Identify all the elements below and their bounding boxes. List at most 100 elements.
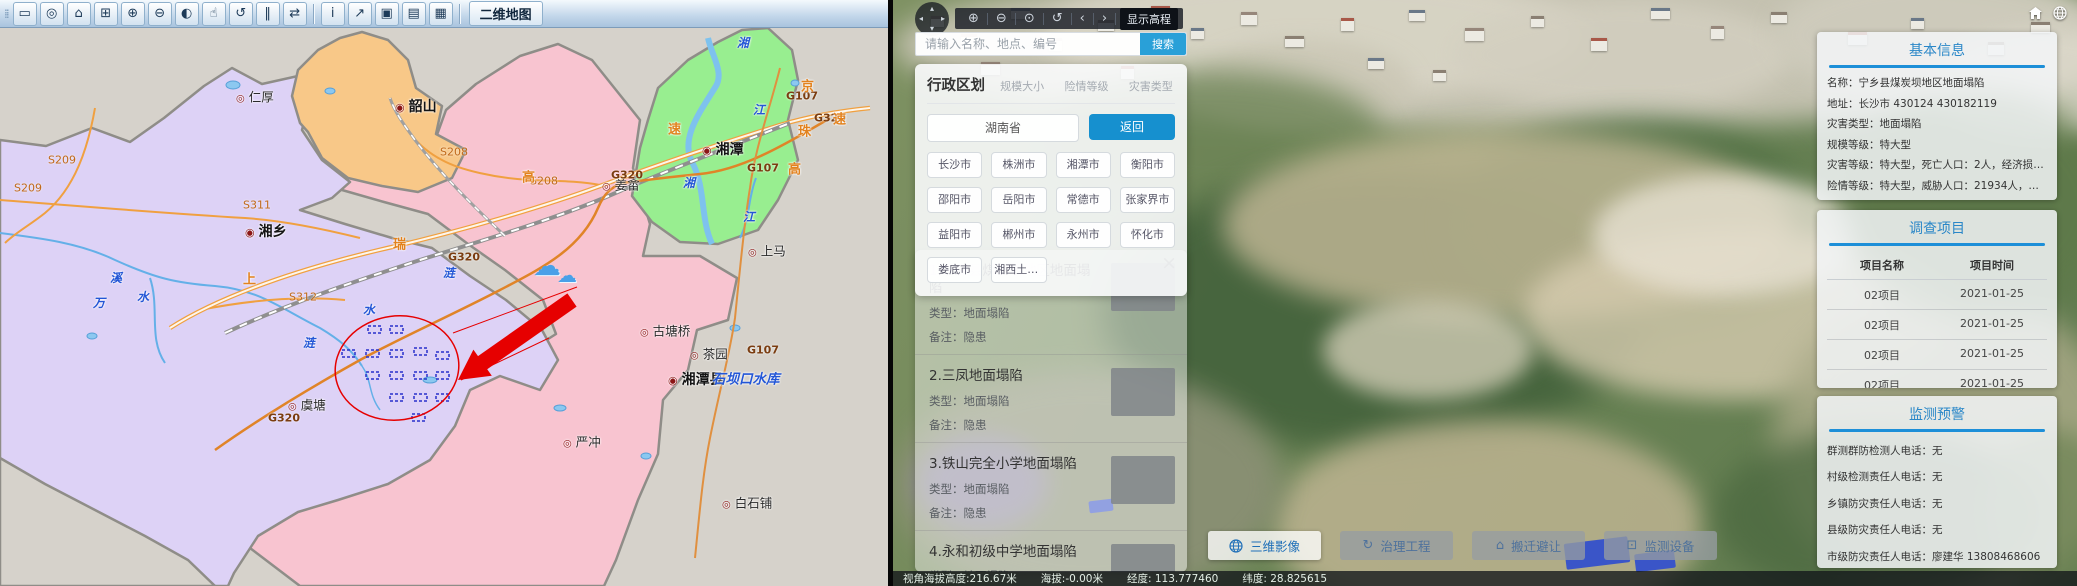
disaster-list-panel: × 1.宁乡县煤炭坝地区地面塌陷类型：地面塌陷备注：隐患2.三凤地面塌陷类型：地… (915, 250, 1187, 572)
city-button[interactable]: 郴州市 (991, 222, 1046, 248)
survey-projects-panel: 调查项目 项目名称项目时间 02项目2021-01-2502项目2021-01-… (1817, 210, 2057, 388)
toolbar-separator (459, 4, 461, 24)
zoom-out-tool[interactable]: ⊖ (148, 2, 172, 26)
map-3d-window: ▴ ▾ ◂ ▸ ⊕⊖⊙↺‹›显示高程 搜索 行政区划 规模大小险情等级灾害类型 … (893, 0, 2077, 586)
survey-cell: 02项目 (1827, 347, 1937, 363)
show-elevation-button[interactable]: 显示高程 (1120, 8, 1178, 30)
status-item: 视角海拔高度:216.67米 (903, 571, 1017, 586)
info-row: 灾害等级：特大型，死亡人口：2人，经济损失：250... (1827, 156, 2047, 176)
globe-tool[interactable]: ◐ (175, 2, 199, 26)
city-button[interactable]: 岳阳市 (991, 187, 1046, 213)
zoom-in-tool[interactable]: ⊕ (121, 2, 145, 26)
zoom-previous-tool[interactable]: ↺ (229, 2, 253, 26)
monitor-row: 群测群防检测人电话：无 (1827, 438, 2047, 465)
swap-view-tool[interactable]: ⇄ (283, 2, 307, 26)
city-button[interactable]: 株洲市 (991, 152, 1046, 178)
monitor-icon: ⊡ (1627, 538, 1638, 553)
filter-tab[interactable]: 险情等级 (1064, 78, 1108, 94)
disaster-list-item[interactable]: 4.永和初级中学地面塌陷类型：地面塌陷备注：隐患 (915, 531, 1187, 573)
survey-cell: 2021-01-25 (1937, 317, 2047, 333)
map-2d-canvas[interactable]: ◉韶山◉湘乡◉湘潭◉湘潭县◎仁厚◎姜畲◎上马◎古塘桥◎茶园◎严冲◎白石铺◎虞塘S… (0, 28, 888, 586)
globe-icon (1229, 539, 1243, 553)
survey-row[interactable]: 02项目2021-01-25 (1827, 370, 2047, 388)
city-button[interactable]: 湘西土家族... (991, 257, 1046, 283)
survey-row[interactable]: 02项目2021-01-25 (1827, 340, 2047, 370)
mode-button[interactable]: ⌂搬迁避让 (1472, 531, 1585, 560)
prev-view-button[interactable]: ‹ (1072, 8, 1093, 29)
mode-button-label: 搬迁避让 (1511, 536, 1561, 555)
print-tool[interactable]: ▤ (402, 2, 426, 26)
house (1771, 12, 1787, 23)
pause-tool[interactable]: ‖ (256, 2, 280, 26)
pan-up-icon[interactable]: ▴ (930, 5, 934, 13)
map-toolbar: ⁞⁞ ▭◎⌂⊞⊕⊖◐☝↺‖⇄ i↗▣▤▦ 二维地图 (0, 0, 888, 28)
mode-button-label: 治理工程 (1380, 536, 1430, 555)
filter-tab[interactable]: 规模大小 (1000, 78, 1044, 94)
city-button[interactable]: 衡阳市 (1120, 152, 1175, 178)
city-button[interactable]: 娄底市 (927, 257, 982, 283)
disaster-thumbnail[interactable] (1111, 368, 1175, 416)
house (1341, 18, 1354, 31)
grid-tool[interactable]: ⊞ (94, 2, 118, 26)
back-button[interactable]: 返回 (1089, 114, 1175, 140)
city-button[interactable]: 湘潭市 (1056, 152, 1111, 178)
disaster-item-note: 备注：隐患 (929, 329, 1173, 345)
city-button[interactable]: 怀化市 (1120, 222, 1175, 248)
monitor-row: 市级防灾责任人电话：廖建华 13808468606 (1827, 545, 2047, 568)
disaster-list-item[interactable]: 3.铁山完全小学地面塌陷类型：地面塌陷备注：隐患 (915, 443, 1187, 531)
province-button[interactable]: 湖南省 (927, 114, 1079, 142)
filter-tab[interactable]: 灾害类型 (1129, 78, 1173, 94)
city-button[interactable]: 长沙市 (927, 152, 982, 178)
pan-right-icon[interactable]: ▸ (941, 15, 945, 23)
map-2d-vector[interactable] (0, 28, 888, 586)
survey-row[interactable]: 02项目2021-01-25 (1827, 310, 2047, 340)
toolbar-separator (313, 4, 315, 24)
disaster-list-item[interactable]: 2.三凤地面塌陷类型：地面塌陷备注：隐患 (915, 355, 1187, 443)
export-tool[interactable]: ↗ (348, 2, 372, 26)
distance-measure-tool[interactable]: ◎ (40, 2, 64, 26)
mode-button[interactable]: 三维影像 (1208, 531, 1321, 560)
house (1285, 36, 1304, 47)
survey-cell: 02项目 (1827, 377, 1937, 389)
globe-icon[interactable] (2053, 6, 2067, 20)
save-tool[interactable]: ▣ (375, 2, 399, 26)
pan-tool[interactable]: ☝ (202, 2, 226, 26)
survey-cell: 2021-01-25 (1937, 377, 2047, 389)
disaster-thumbnail[interactable] (1111, 544, 1175, 573)
search-button[interactable]: 搜索 (1140, 33, 1186, 55)
identify-tool[interactable]: i (321, 2, 345, 26)
nav-compass-pad[interactable]: ▴ ▾ ◂ ▸ (915, 2, 949, 36)
survey-cell: 2021-01-25 (1937, 347, 2047, 363)
house (1711, 26, 1724, 39)
city-button[interactable]: 常德市 (1056, 187, 1111, 213)
mode-button[interactable]: ↻治理工程 (1340, 531, 1453, 560)
disaster-thumbnail[interactable] (1111, 456, 1175, 504)
city-button[interactable]: 永州市 (1056, 222, 1111, 248)
map-2d-window: ⁞⁞ ▭◎⌂⊞⊕⊖◐☝↺‖⇄ i↗▣▤▦ 二维地图 (0, 0, 888, 586)
next-view-button[interactable]: › (1094, 8, 1115, 29)
home-icon[interactable] (2028, 6, 2043, 20)
pan-left-icon[interactable]: ◂ (919, 15, 923, 23)
mode-button[interactable]: ⊡监测设备 (1604, 531, 1717, 560)
print-preview-tool[interactable]: ▦ (429, 2, 453, 26)
terrain-patch (1323, 300, 1533, 400)
area-measure-tool[interactable]: ⌂ (67, 2, 91, 26)
zoom-in-button[interactable]: ⊕ (960, 8, 987, 29)
status-item: 纬度: 28.825615 (1242, 571, 1327, 586)
city-button[interactable]: 邵阳市 (927, 187, 982, 213)
house (1591, 38, 1607, 51)
city-button[interactable]: 益阳市 (927, 222, 982, 248)
toolbar-drag-handle[interactable]: ⁞⁞ (4, 7, 8, 21)
house (1911, 18, 1924, 29)
house (1368, 58, 1384, 69)
ruler-tool[interactable]: ▭ (13, 2, 37, 26)
city-button[interactable]: 张家界市 (1120, 187, 1175, 213)
full-extent-button[interactable]: ⊙ (1016, 8, 1043, 29)
reset-view-button[interactable]: ↺ (1044, 8, 1071, 29)
zoom-out-button[interactable]: ⊖ (988, 8, 1015, 29)
survey-row[interactable]: 02项目2021-01-25 (1827, 280, 2047, 310)
map-mode-label[interactable]: 二维地图 (469, 1, 543, 26)
info-row: 名称：宁乡县煤炭坝地区地面塌陷 (1827, 74, 2047, 94)
info-row: 险情等级：特大型，威胁人口：21934人，威胁财产... (1827, 176, 2047, 196)
search-box: 搜索 (915, 32, 1187, 56)
